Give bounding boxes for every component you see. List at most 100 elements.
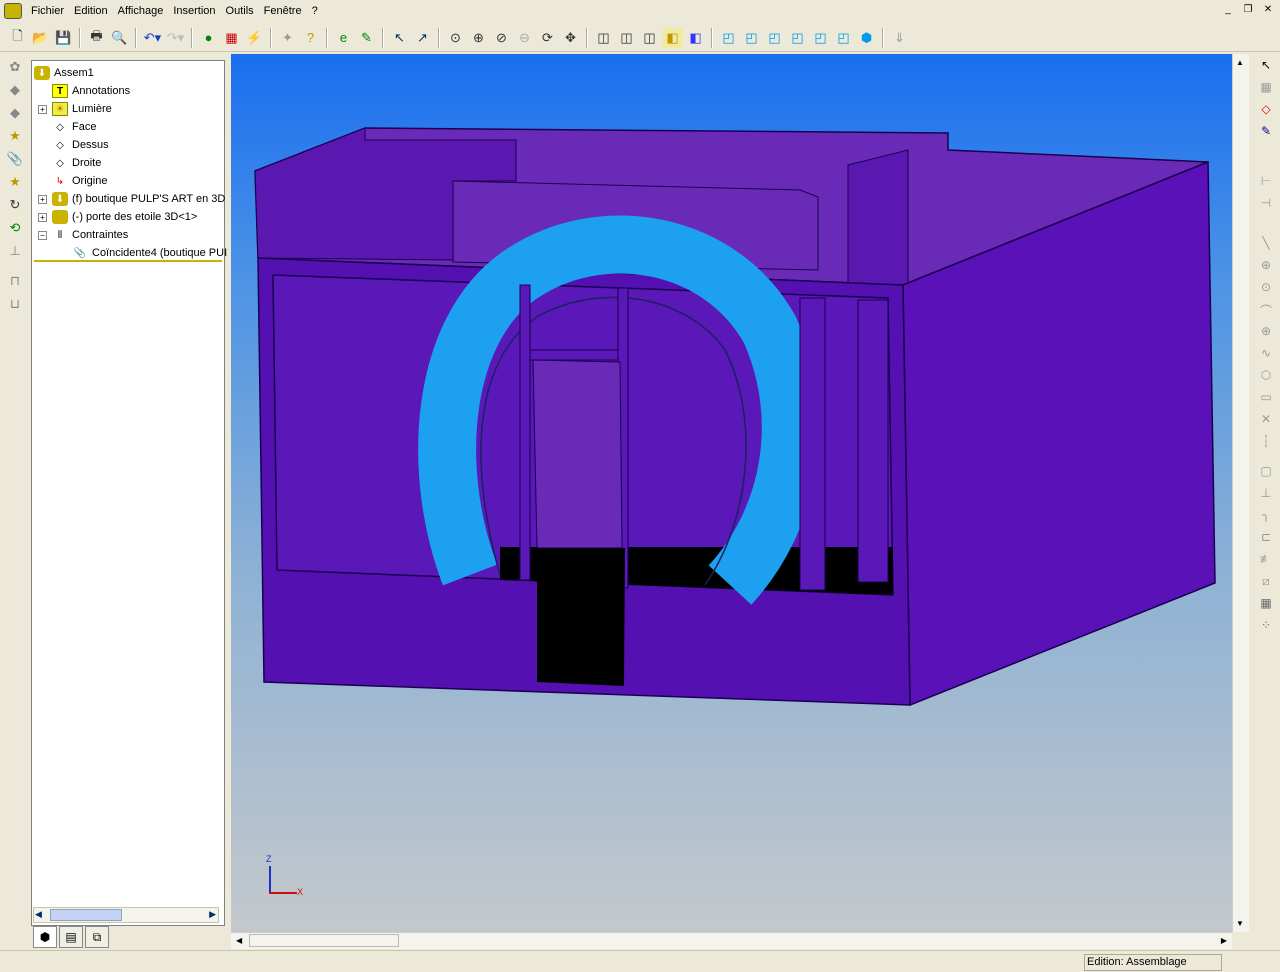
select-icon[interactable]: ↖ [1256, 58, 1276, 78]
tab-feature-manager[interactable]: ⬢ [33, 926, 57, 948]
tab-configuration-manager[interactable]: ⧉ [85, 926, 109, 948]
view-front-icon[interactable]: ◰ [719, 28, 739, 48]
smart-mate-icon[interactable]: ★ [5, 174, 25, 194]
pattern-icon[interactable]: ▦ [1256, 596, 1276, 616]
view-iso-icon[interactable]: ⬢ [857, 28, 877, 48]
point-icon[interactable]: ⊕ [1256, 324, 1276, 344]
tree-item-face[interactable]: ◇ Face [52, 118, 96, 136]
new-icon[interactable]: 🗋 [8, 28, 28, 48]
view-left-icon[interactable]: ◰ [765, 28, 785, 48]
mate-icon[interactable]: 📎 [5, 151, 25, 171]
tree-item-origine[interactable]: ↳ Origine [52, 172, 108, 190]
dimension-icon[interactable]: ⊢ [1256, 174, 1276, 194]
rotate-icon[interactable]: ⟳ [538, 28, 558, 48]
menu-affichage[interactable]: Affichage [113, 5, 169, 17]
pan-icon[interactable]: ✥ [561, 28, 581, 48]
filter-icon[interactable]: ⚡ [245, 28, 265, 48]
explode-icon[interactable]: ⊥ [5, 243, 25, 263]
tree-item-lumiere[interactable]: ☀ Lumière [52, 100, 112, 118]
circle-icon[interactable]: ⊙ [1256, 280, 1276, 300]
rotate-component-icon[interactable]: ⟲ [5, 220, 25, 240]
scroll-right-icon[interactable]: ▶ [1221, 936, 1227, 945]
save-icon[interactable]: 💾 [54, 28, 74, 48]
menu-edition[interactable]: Edition [69, 5, 113, 17]
insert-component-icon[interactable]: ✿ [5, 59, 25, 79]
hidden-removed-icon[interactable]: ◫ [640, 28, 660, 48]
grid-icon[interactable]: ▦ [1256, 80, 1276, 100]
scroll-left-icon[interactable]: ◀ [35, 909, 42, 920]
print-preview-icon[interactable]: 🔍 [110, 28, 130, 48]
arc-icon[interactable]: ⌒ [1256, 302, 1276, 322]
view-back-icon[interactable]: ◰ [742, 28, 762, 48]
scroll-down-icon[interactable]: ▼ [1236, 919, 1244, 928]
shaded-icon[interactable]: ◧ [686, 28, 706, 48]
menu-outils[interactable]: Outils [221, 5, 259, 17]
eraser-icon[interactable]: ◇ [1256, 102, 1276, 122]
select-2-icon[interactable]: ↗ [413, 28, 433, 48]
polygon-icon[interactable]: ⬡ [1256, 368, 1276, 388]
exploded-line-icon[interactable]: ⊓ [5, 273, 25, 293]
collapse-contraintes[interactable]: − [38, 231, 47, 240]
line-icon[interactable]: ╲ [1256, 236, 1276, 256]
scroll-left-icon[interactable]: ◀ [236, 936, 242, 945]
slot-icon[interactable]: ▭ [1256, 390, 1276, 410]
extend-icon[interactable]: ≢ [1256, 552, 1276, 572]
minimize-icon[interactable]: _ [1220, 3, 1236, 17]
tree-item-boutique[interactable]: ⬇ (f) boutique PULP'S ART en 3D [52, 190, 225, 208]
collision-icon[interactable]: ⊔ [5, 296, 25, 316]
graphics-viewport[interactable]: Z X [231, 54, 1232, 932]
rebuild-icon[interactable]: ● [199, 28, 219, 48]
select-icon[interactable]: ↖ [390, 28, 410, 48]
menu-insertion[interactable]: Insertion [168, 5, 220, 17]
chamfer-icon[interactable]: ⊏ [1256, 530, 1276, 550]
undo-icon[interactable]: ↶▾ [143, 28, 163, 48]
expand-porte[interactable]: + [38, 213, 47, 222]
scroll-right-icon[interactable]: ▶ [209, 909, 216, 920]
hide-show-icon[interactable]: ◆ [5, 82, 25, 102]
fillet-icon[interactable]: ╮ [1256, 508, 1276, 528]
normal-to-icon[interactable]: ⇓ [890, 28, 910, 48]
expand-lumiere[interactable]: + [38, 105, 47, 114]
viewport-vertical-scrollbar[interactable]: ▲ ▼ [1232, 54, 1249, 932]
tree-item-annotations[interactable]: T Annotations [52, 82, 130, 100]
scroll-thumb[interactable] [249, 934, 399, 947]
zoom-fit-icon[interactable]: ⊙ [446, 28, 466, 48]
edit-component-icon[interactable]: ★ [5, 128, 25, 148]
menu-fichier[interactable]: Fichier [26, 5, 69, 17]
tree-item-dessus[interactable]: ◇ Dessus [52, 136, 109, 154]
zoom-area-icon[interactable]: ⊕ [469, 28, 489, 48]
scroll-thumb[interactable] [50, 909, 122, 921]
offset-icon[interactable]: ▢ [1256, 464, 1276, 484]
view-bottom-icon[interactable]: ◰ [834, 28, 854, 48]
zoom-in-out-icon[interactable]: ⊘ [492, 28, 512, 48]
shaded-edges-icon[interactable]: ◧ [662, 27, 683, 48]
mirror-icon[interactable]: ⧄ [1256, 574, 1276, 594]
point-x-icon[interactable]: ✕ [1256, 412, 1276, 432]
expand-boutique[interactable]: + [38, 195, 47, 204]
tree-item-contraintes[interactable]: ⫴ Contraintes [52, 226, 128, 244]
help-icon[interactable]: ? [301, 28, 321, 48]
trim-icon[interactable]: ⊥ [1256, 486, 1276, 506]
spline-icon[interactable]: ∿ [1256, 346, 1276, 366]
viewport-horizontal-scrollbar[interactable]: ◀ ▶ [231, 932, 1232, 949]
redo-icon[interactable]: ↷▾ [166, 28, 186, 48]
edrawing-icon[interactable]: e [334, 28, 354, 48]
rollback-bar[interactable] [34, 260, 222, 262]
menu-fenetre[interactable]: Fenêtre [259, 5, 307, 17]
move-component-icon[interactable]: ↻ [5, 197, 25, 217]
color-icon[interactable]: ▦ [222, 28, 242, 48]
view-right-icon[interactable]: ◰ [788, 28, 808, 48]
print-icon[interactable]: 🖶 [87, 28, 107, 48]
tree-horizontal-scrollbar[interactable]: ◀ ▶ [33, 907, 219, 923]
rectangle-icon[interactable]: ⊕ [1256, 258, 1276, 278]
menu-help[interactable]: ? [307, 5, 323, 17]
tree-item-porte[interactable]: (-) porte des etoile 3D<1> [52, 208, 197, 226]
wireframe-icon[interactable]: ◫ [594, 28, 614, 48]
tree-item-droite[interactable]: ◇ Droite [52, 154, 101, 172]
centerline-icon[interactable]: ┆ [1256, 434, 1276, 454]
restore-icon[interactable]: ❐ [1240, 3, 1256, 17]
scroll-up-icon[interactable]: ▲ [1236, 58, 1244, 67]
change-suppression-icon[interactable]: ◆ [5, 105, 25, 125]
smart-dimension-icon[interactable]: ⊣ [1256, 196, 1276, 216]
tree-item-assem1[interactable]: ⬇ Assem1 [34, 64, 94, 82]
